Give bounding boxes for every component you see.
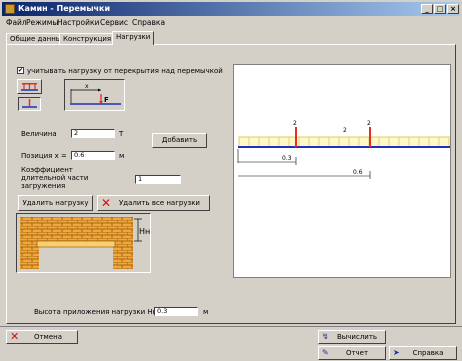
menu-settings[interactable]: Настройки <box>57 18 99 27</box>
menu-file[interactable]: Файл <box>6 18 27 27</box>
position-input[interactable]: 0.6 <box>71 151 115 160</box>
load-label-3: 2 <box>367 120 371 127</box>
magnitude-label: Величина <box>21 130 57 138</box>
height-input[interactable]: 0.3 <box>154 307 198 316</box>
coef-label: Коэффициент длительной части загружения <box>21 166 89 190</box>
lintel-illustration-frame: Hн <box>16 213 151 273</box>
app-window: Камин - Перемычки _ □ × Файл Режимы Наст… <box>0 0 462 361</box>
help-button[interactable]: ➤ Справка <box>389 346 457 360</box>
delete-all-loads-label: Удалить все нагрузки <box>119 199 200 207</box>
calculate-icon: ↯ <box>322 332 329 341</box>
delete-icon: ✕ <box>101 196 112 210</box>
point-load-icon <box>22 99 37 108</box>
add-load-button[interactable]: Добавить <box>152 133 207 148</box>
lintel-wall-illustration: Hн <box>20 217 150 269</box>
title-bar: Камин - Перемычки _ □ × <box>2 2 460 16</box>
load-diagram-canvas: 2 2 2 0.3 0.6 <box>233 64 451 278</box>
calculate-label: Вычислить <box>336 333 378 341</box>
minimize-button[interactable]: _ <box>421 4 433 14</box>
menu-bar: Файл Режимы Настройки Сервис Справка <box>2 17 460 29</box>
load-scheme-icon: x F <box>70 83 121 105</box>
delete-load-button[interactable]: Удалить нагрузку <box>18 195 93 211</box>
app-icon <box>5 4 15 14</box>
cancel-button[interactable]: ✕ Отмена <box>6 330 78 344</box>
report-button[interactable]: ✎ Отчет <box>318 346 386 360</box>
coef-input[interactable]: 1 <box>135 175 181 184</box>
tab-loads[interactable]: Нагрузки <box>112 31 155 45</box>
menu-modes[interactable]: Режимы <box>26 18 58 27</box>
point-load-type-button[interactable] <box>18 97 41 111</box>
menu-service[interactable]: Сервис <box>100 18 128 27</box>
scheme-f-label: F <box>104 96 109 104</box>
dimension-2: 0.6 <box>353 169 363 176</box>
load-label-1: 2 <box>293 120 297 127</box>
dimension-1: 0.3 <box>282 155 292 162</box>
position-label: Позиция x = <box>21 152 67 160</box>
delete-all-loads-button[interactable]: ✕ Удалить все нагрузки <box>97 195 210 211</box>
report-label: Отчет <box>345 349 369 357</box>
load-scheme-preview: x F <box>64 79 125 111</box>
maximize-button[interactable]: □ <box>434 4 446 14</box>
magnitude-input[interactable]: 2 <box>71 129 115 138</box>
load-label-2: 2 <box>343 127 347 134</box>
menu-help[interactable]: Справка <box>132 18 165 27</box>
wall-height-label: Hн <box>139 227 150 236</box>
cancel-icon: ✕ <box>10 330 20 343</box>
height-label: Высота приложения нагрузки Hн <box>34 308 158 316</box>
footer-divider <box>0 326 462 327</box>
distributed-load-icon <box>21 83 38 91</box>
cancel-label: Отмена <box>33 333 63 341</box>
height-unit: м <box>203 308 209 316</box>
load-floor-checkbox[interactable]: ✔ <box>17 67 24 74</box>
beam-load-diagram: 2 2 2 0.3 0.6 <box>237 120 450 179</box>
distributed-load-type-button[interactable] <box>17 79 42 94</box>
help-label: Справка <box>412 349 444 357</box>
calculate-button[interactable]: ↯ Вычислить <box>318 330 386 344</box>
report-icon: ✎ <box>322 348 329 357</box>
position-unit: м <box>119 152 125 160</box>
magnitude-unit: Т <box>119 130 124 138</box>
help-icon: ➤ <box>393 348 400 357</box>
scheme-x-label: x <box>85 83 89 90</box>
window-title: Камин - Перемычки <box>18 4 111 13</box>
close-button[interactable]: × <box>447 4 459 14</box>
load-floor-checkbox-label: учитывать нагрузку от перекрытия над пер… <box>27 67 223 75</box>
